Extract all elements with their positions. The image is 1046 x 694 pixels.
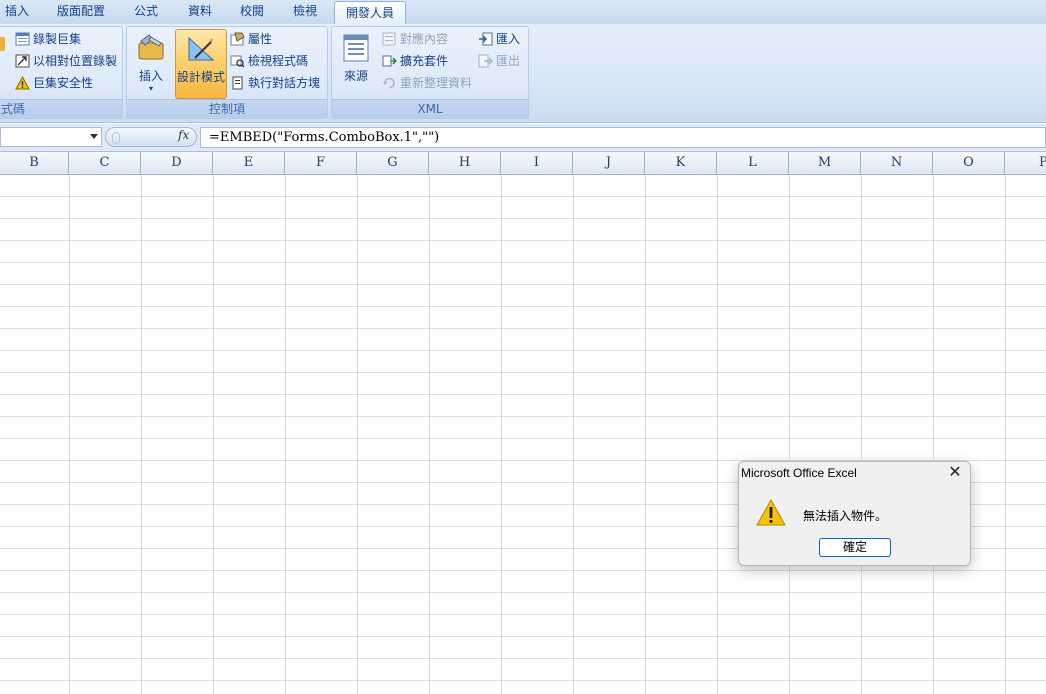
export-icon [478,54,493,68]
column-header-o[interactable]: O [933,152,1005,174]
dialog-title: Microsoft Office Excel [741,466,857,480]
controls-group: 插入 ▾ 設計模式 屬性 檢視程式碼 執行對話方塊 控制項 [126,26,328,119]
name-box[interactable] [0,127,102,147]
tab-review[interactable]: 校閱 [234,0,270,22]
column-header-n[interactable]: N [861,152,933,174]
relative-reference-button[interactable]: 以相對位置錄製 [15,51,117,71]
tab-data[interactable]: 資料 [180,0,220,22]
name-box-dropdown-icon[interactable] [90,134,98,139]
column-header-l[interactable]: L [717,152,789,174]
import-button[interactable]: 匯入 [478,29,520,49]
record-macro-button[interactable]: 錄製巨集 [15,29,81,49]
column-header-c[interactable]: C [69,152,141,174]
insert-dropdown-icon: ▾ [148,84,153,93]
column-header-g[interactable]: G [357,152,429,174]
worksheet-grid[interactable] [0,175,1046,694]
column-header-i[interactable]: I [501,152,573,174]
code-group-label: 程式碼 [0,99,122,118]
ok-button[interactable]: 確定 [819,538,891,557]
formula-input[interactable]: =EMBED("Forms.ComboBox.1","") [200,127,1046,148]
view-code-icon [230,55,245,68]
export-button[interactable]: 匯出 [478,51,520,71]
ribbon-tabs: 插入 版面配置 公式 資料 校閱 檢視 開發人員 [0,0,1046,24]
tab-view[interactable]: 檢視 [286,0,324,22]
import-icon [479,32,493,46]
xml-group-label: XML [332,99,528,118]
source-button[interactable]: 來源 [336,29,376,89]
xml-source-icon [343,34,369,62]
tab-page-layout[interactable]: 版面配置 [52,0,110,22]
view-code-button[interactable]: 檢視程式碼 [230,51,308,71]
column-header-p[interactable]: P [1005,152,1046,174]
macro-security-button[interactable]: 巨集安全性 [15,73,93,93]
dialog-close-button[interactable]: ✕ [946,463,964,483]
column-header-f[interactable]: F [285,152,357,174]
properties-icon [230,32,245,46]
code-group: 錄製巨集 以相對位置錄製 巨集安全性 程式碼 [0,26,123,119]
run-dialog-icon [232,76,243,90]
column-header-j[interactable]: J [573,152,645,174]
design-mode-button[interactable]: 設計模式 [175,29,227,99]
insert-control-button[interactable]: 插入 ▾ [129,29,173,99]
expansion-packs-button[interactable]: 擴充套件 [382,51,448,71]
column-header-k[interactable]: K [645,152,717,174]
warning-icon [756,498,786,526]
map-properties-icon [382,32,396,46]
column-headers: B C D E F G H I J K L M N O P [0,152,1046,175]
refresh-data-button[interactable]: 重新整理資料 [382,73,472,93]
column-header-b[interactable]: B [0,152,69,174]
column-header-m[interactable]: M [789,152,861,174]
design-mode-icon [188,36,215,61]
column-header-e[interactable]: E [213,152,285,174]
error-dialog: Microsoft Office Excel ✕ 無法插入物件。 確定 [738,461,971,566]
dialog-message: 無法插入物件。 [803,509,888,523]
run-dialog-button[interactable]: 執行對話方塊 [230,73,320,93]
record-macro-icon [15,32,30,46]
tab-insert[interactable]: 插入 [0,0,34,22]
map-properties-button[interactable]: 對應內容 [382,29,448,49]
tab-formulas[interactable]: 公式 [128,0,164,22]
relative-reference-icon [15,54,30,68]
tab-developer[interactable]: 開發人員 [334,1,406,24]
expansion-packs-icon [382,55,397,67]
column-header-h[interactable]: H [429,152,501,174]
insert-function-button[interactable]: fx [178,128,189,142]
warning-icon [15,76,30,90]
visual-basic-icon [0,37,5,51]
formula-bar: fx =EMBED("Forms.ComboBox.1","") [0,124,1046,152]
splitter-knob-icon [112,132,120,144]
properties-button[interactable]: 屬性 [230,29,272,49]
controls-group-label: 控制項 [127,99,327,118]
xml-group: 來源 對應內容 擴充套件 重新整理資料 匯入 匯出 XML [331,26,529,119]
toolbox-icon [138,34,164,60]
ribbon: 錄製巨集 以相對位置錄製 巨集安全性 程式碼 插入 ▾ [0,24,1046,123]
column-header-d[interactable]: D [141,152,213,174]
refresh-icon [383,77,395,89]
